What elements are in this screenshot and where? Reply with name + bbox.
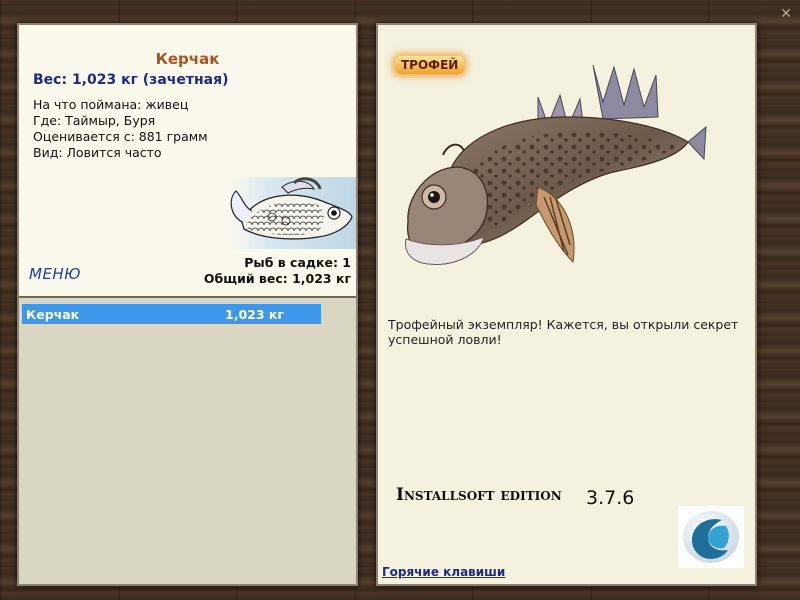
- trophy-message: Трофейный экземпляр! Кажется, вы открыли…: [388, 317, 739, 347]
- fish-display-panel: ТРОФЕЙ Трофейный экземпляр! Кажется, вы …: [376, 23, 757, 586]
- fish-name: Керчак: [155, 50, 220, 68]
- fish-emblem-icon: [222, 177, 356, 249]
- cage-row-weight: 1,023 кг: [225, 307, 284, 322]
- edition-label: Installsoft edition: [396, 485, 562, 505]
- fish-info-panel: Керчак Вес: 1,023 кг (зачетная) На что п…: [17, 23, 358, 586]
- fish-image: [405, 64, 707, 265]
- location-info: Где: Таймыр, Буря: [33, 113, 156, 128]
- frequency-info: Вид: Ловится часто: [33, 145, 162, 160]
- fish-in-cage-count: Рыб в садке: 1: [244, 255, 351, 270]
- close-icon[interactable]: ✕: [780, 6, 792, 22]
- fish-details: Керчак Вес: 1,023 кг (зачетная) На что п…: [19, 25, 356, 298]
- menu-button[interactable]: МЕНЮ: [29, 265, 81, 283]
- total-weight: Общий вес: 1,023 кг: [203, 271, 351, 286]
- installsoft-logo-icon[interactable]: [678, 506, 744, 568]
- cage-list-row[interactable]: Керчак 1,023 кг: [22, 304, 321, 324]
- hotkeys-link[interactable]: Горячие клавиши: [382, 565, 505, 579]
- version-label: 3.7.6: [586, 487, 635, 509]
- cage-row-name: Керчак: [26, 307, 80, 322]
- fish-weight: Вес: 1,023 кг (зачетная): [33, 72, 229, 88]
- bait-info: На что поймана: живец: [33, 97, 189, 112]
- rating-info: Оценивается с: 881 грамм: [33, 129, 208, 144]
